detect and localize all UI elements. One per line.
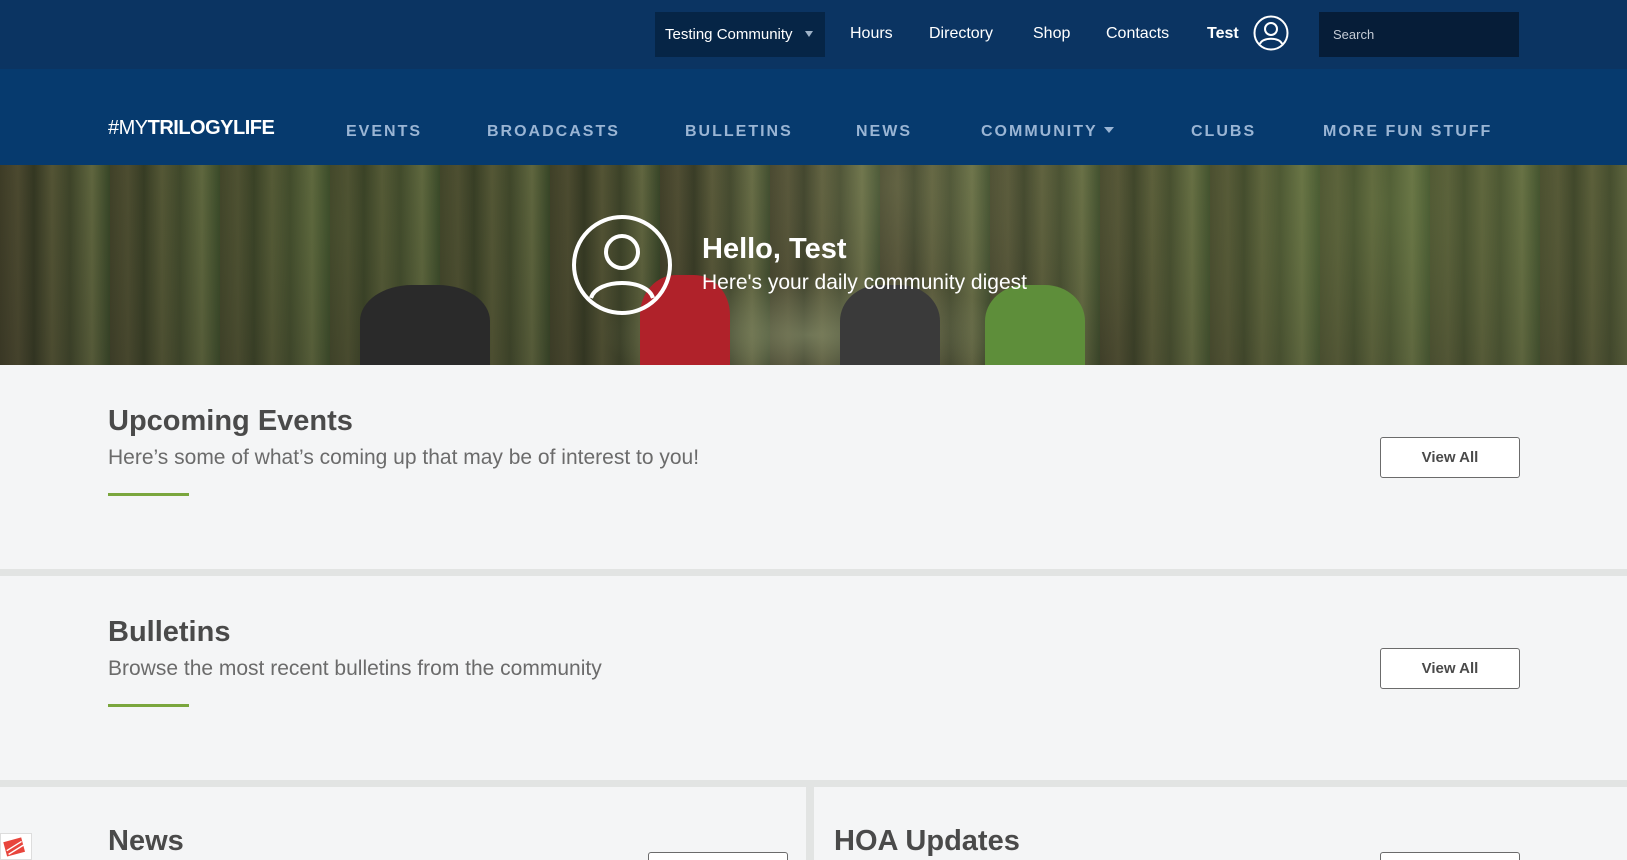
nav-more-fun-stuff[interactable]: MORE FUN STUFF xyxy=(1323,123,1492,141)
shop-link[interactable]: Shop xyxy=(1033,24,1070,44)
hiker-dark-pack xyxy=(840,285,940,365)
directory-link[interactable]: Directory xyxy=(929,24,993,44)
user-name-link[interactable]: Test xyxy=(1207,24,1239,44)
user-account-icon[interactable] xyxy=(1253,15,1289,51)
nav-broadcasts[interactable]: BROADCASTS xyxy=(487,123,620,141)
hours-link[interactable]: Hours xyxy=(850,24,893,44)
contacts-link[interactable]: Contacts xyxy=(1106,24,1169,44)
section-title: News xyxy=(108,825,184,857)
utility-bar: Testing Community Hours Directory Shop C… xyxy=(0,0,1627,69)
nav-events[interactable]: EVENTS xyxy=(346,123,422,141)
events-view-all-button[interactable]: View All xyxy=(1380,437,1520,478)
section-title: Bulletins xyxy=(108,616,231,648)
nav-news[interactable]: NEWS xyxy=(856,123,912,141)
section-divider xyxy=(0,780,1627,787)
hero-banner: Hello, Test Here's your daily community … xyxy=(0,165,1627,365)
section-divider xyxy=(0,569,1627,576)
news-section: News xyxy=(0,787,806,860)
bulletins-section: Bulletins Browse the most recent bulleti… xyxy=(0,576,1627,780)
section-title: Upcoming Events xyxy=(108,405,353,437)
nav-bulletins[interactable]: BULLETINS xyxy=(685,123,793,141)
hero-greeting: Hello, Test xyxy=(702,233,847,265)
user-avatar-icon xyxy=(572,215,672,315)
community-select[interactable]: Testing Community xyxy=(655,12,825,57)
hoa-updates-section: HOA Updates xyxy=(814,787,1627,860)
logo-strong: TRILOGYLIFE xyxy=(147,117,275,139)
section-accent-bar xyxy=(108,493,189,496)
logo-prefix: #MY xyxy=(108,117,148,139)
chevron-down-icon xyxy=(1103,126,1114,133)
site-logo[interactable]: #MYTRILOGYLIFE xyxy=(108,117,275,140)
nav-clubs[interactable]: CLUBS xyxy=(1191,123,1256,141)
section-title: HOA Updates xyxy=(834,825,1020,857)
hoa-view-all-button[interactable] xyxy=(1380,852,1520,860)
nav-community[interactable]: COMMUNITY xyxy=(981,123,1114,141)
upcoming-events-section: Upcoming Events Here’s some of what’s co… xyxy=(0,365,1627,569)
main-nav: #MYTRILOGYLIFE EVENTS BROADCASTS BULLETI… xyxy=(0,69,1627,165)
search-input[interactable] xyxy=(1319,12,1519,57)
bulletins-view-all-button[interactable]: View All xyxy=(1380,648,1520,689)
section-subtitle: Browse the most recent bulletins from th… xyxy=(108,657,602,680)
section-subtitle: Here’s some of what’s coming up that may… xyxy=(108,446,700,469)
hero-subtitle: Here's your daily community digest xyxy=(702,271,1027,294)
news-view-all-button[interactable] xyxy=(648,852,788,860)
nav-community-label: COMMUNITY xyxy=(981,123,1098,140)
section-accent-bar xyxy=(108,704,189,707)
column-divider xyxy=(806,787,814,860)
hiker-backpack xyxy=(360,285,490,365)
community-select-value: Testing Community xyxy=(665,26,793,43)
chevron-down-icon xyxy=(805,31,813,37)
feedback-widget-icon[interactable] xyxy=(0,833,32,860)
hiker-green-shirt xyxy=(985,285,1085,365)
